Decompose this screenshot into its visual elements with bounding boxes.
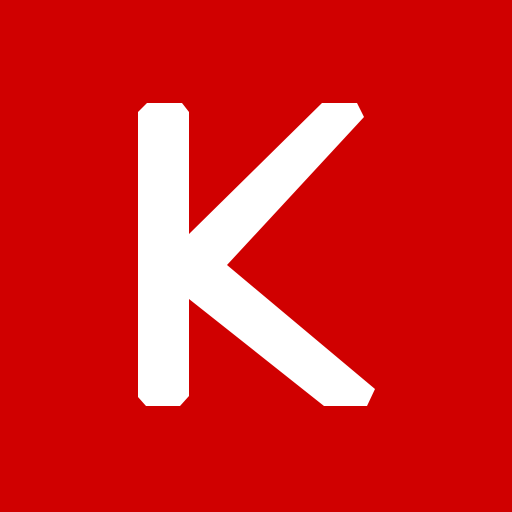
keras-logo-icon (0, 0, 512, 512)
logo-background (0, 0, 512, 512)
logo-graphic (0, 0, 512, 512)
